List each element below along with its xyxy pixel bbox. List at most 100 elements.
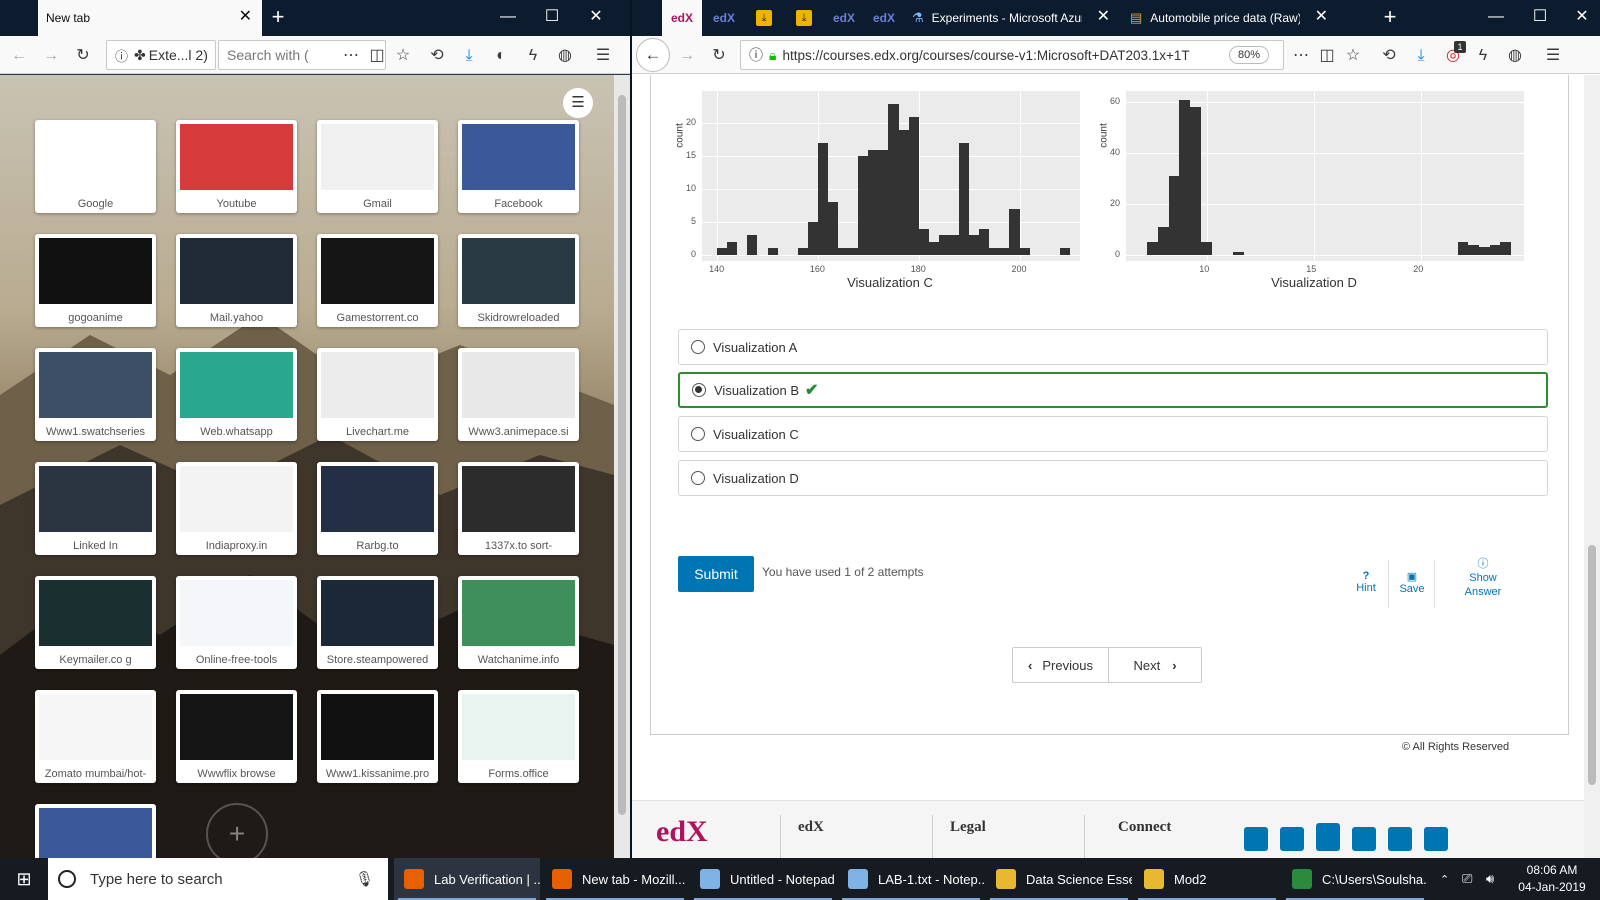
page-actions-icon[interactable]: ⋯ bbox=[340, 45, 362, 67]
top-site-tile[interactable]: gogoanime bbox=[35, 234, 156, 327]
top-site-tile[interactable]: Indiaproxy.in bbox=[176, 462, 297, 555]
bookmark-star-icon[interactable]: ☆ bbox=[1342, 45, 1364, 67]
choice-visualization-a[interactable]: Visualization A bbox=[678, 329, 1548, 365]
microphone-icon[interactable]: 🎙︎ bbox=[355, 870, 374, 888]
top-site-tile[interactable]: Mail.yahoo bbox=[176, 234, 297, 327]
top-site-tile[interactable]: Web.whatsapp bbox=[176, 348, 297, 441]
top-site-tile[interactable]: Www3.animepace.si bbox=[458, 348, 579, 441]
taskbar-app[interactable]: Data Science Esse... bbox=[986, 858, 1132, 900]
reload-icon[interactable]: ↻ bbox=[72, 45, 94, 67]
taskbar-app[interactable]: New tab - Mozill... bbox=[542, 858, 688, 900]
network-icon[interactable]: ⎚ bbox=[1462, 858, 1482, 900]
close-icon[interactable]: ✕ bbox=[1315, 9, 1328, 25]
top-site-tile[interactable]: 1337x.to sort- bbox=[458, 462, 579, 555]
top-site-tile[interactable]: Gmail bbox=[317, 120, 438, 213]
top-site-tile[interactable]: Rarbg.to bbox=[317, 462, 438, 555]
hint-button[interactable]: ? Hint bbox=[1344, 570, 1388, 594]
window-close-icon[interactable]: ✕ bbox=[1570, 8, 1594, 26]
top-site-tile[interactable]: Zomato mumbai/hot- bbox=[35, 690, 156, 783]
radio-button[interactable] bbox=[691, 471, 705, 485]
right-scrollbar[interactable] bbox=[1584, 75, 1600, 858]
minimize-icon[interactable]: — bbox=[1484, 8, 1508, 26]
customize-menu-icon[interactable]: ☰ bbox=[563, 88, 593, 118]
bookmark-star-icon[interactable]: ☆ bbox=[392, 45, 414, 67]
top-site-tile[interactable]: Skidrowreloaded bbox=[458, 234, 579, 327]
left-scrollbar[interactable] bbox=[614, 75, 630, 858]
save-button[interactable]: ▣ Save bbox=[1390, 570, 1434, 595]
youtube-icon[interactable] bbox=[1316, 823, 1340, 851]
forward-arrow-icon[interactable]: → bbox=[40, 45, 62, 67]
pocket-icon[interactable]: ◫ bbox=[1316, 45, 1338, 67]
zoom-level[interactable]: 80% bbox=[1229, 46, 1269, 64]
history-icon[interactable]: ⟲ bbox=[1378, 45, 1400, 67]
new-tab-plus-icon[interactable]: + bbox=[266, 6, 290, 28]
maximize-icon[interactable]: ☐ bbox=[1528, 8, 1552, 26]
back-arrow-icon[interactable]: ← bbox=[636, 38, 670, 72]
history-icon[interactable]: ⟲ bbox=[426, 45, 448, 67]
next-button[interactable]: Next › bbox=[1109, 648, 1201, 682]
download-icon[interactable]: ⤓ bbox=[1410, 45, 1432, 67]
clock[interactable]: 08:06 AM 04-Jan-2019 bbox=[1512, 862, 1592, 896]
browser-tab[interactable]: ⤓ bbox=[784, 0, 824, 36]
top-site-tile[interactable] bbox=[35, 804, 156, 858]
maximize-icon[interactable]: ☐ bbox=[540, 8, 564, 26]
top-site-tile[interactable]: Linked In bbox=[35, 462, 156, 555]
window-close-icon[interactable]: ✕ bbox=[584, 8, 608, 26]
top-site-tile[interactable]: Gamestorrent.co bbox=[317, 234, 438, 327]
menu-hamburger-icon[interactable]: ☰ bbox=[1542, 45, 1564, 67]
top-site-tile[interactable]: Store.steampowered bbox=[317, 576, 438, 669]
top-site-tile[interactable]: Livechart.me bbox=[317, 348, 438, 441]
forward-arrow-icon[interactable]: → bbox=[676, 45, 698, 67]
taskbar-app[interactable]: Lab Verification | ... bbox=[394, 858, 540, 900]
page-actions-icon[interactable]: ⋯ bbox=[1290, 45, 1312, 67]
radio-button[interactable] bbox=[692, 383, 706, 397]
browser-tab[interactable]: edX bbox=[864, 0, 904, 36]
address-bar[interactable]: ⓘ ✤ Exte...l 2) bbox=[106, 40, 216, 70]
browser-tab[interactable]: edX bbox=[824, 0, 864, 36]
taskbar-app[interactable]: C:\Users\Soulsha... bbox=[1282, 858, 1428, 900]
close-icon[interactable]: ✕ bbox=[239, 9, 252, 25]
menu-hamburger-icon[interactable]: ☰ bbox=[592, 45, 614, 67]
taskbar-app[interactable]: LAB-1.txt - Notep... bbox=[838, 858, 984, 900]
lightning-icon[interactable]: ϟ bbox=[522, 45, 544, 67]
taskbar-app[interactable]: Untitled - Notepad bbox=[690, 858, 836, 900]
linkedin-icon[interactable] bbox=[1352, 827, 1376, 851]
browser-tab[interactable]: ⚗ Experiments - Microsoft Azure M ✕ bbox=[904, 0, 1120, 36]
browser-tab[interactable]: ▤ Automobile price data (Raw) R ✕ bbox=[1122, 0, 1338, 36]
submit-button[interactable]: Submit bbox=[678, 556, 754, 592]
browser-tab[interactable]: ⤓ bbox=[744, 0, 784, 36]
top-site-tile[interactable]: Facebook bbox=[458, 120, 579, 213]
address-bar[interactable]: ⓘ 🔒︎ https://courses.edx.org/courses/cou… bbox=[740, 40, 1284, 70]
lightning-icon[interactable]: ϟ bbox=[1472, 45, 1494, 67]
reload-icon[interactable]: ↻ bbox=[708, 45, 730, 67]
close-icon[interactable]: ✕ bbox=[1097, 9, 1110, 25]
reddit-icon[interactable] bbox=[1424, 827, 1448, 851]
edx-logo[interactable]: edX bbox=[656, 815, 708, 849]
browser-tab[interactable]: edX bbox=[662, 0, 702, 36]
back-arrow-icon[interactable]: ← bbox=[8, 45, 30, 67]
top-site-tile[interactable]: Online-free-tools bbox=[176, 576, 297, 669]
scrollbar-thumb[interactable] bbox=[618, 95, 626, 815]
add-site-plus-icon[interactable]: + bbox=[206, 803, 268, 858]
top-site-tile[interactable]: Keymailer.co g bbox=[35, 576, 156, 669]
top-site-tile[interactable]: Google bbox=[35, 120, 156, 213]
show-answer-button[interactable]: ⓘ Show Answer bbox=[1450, 557, 1516, 599]
tray-chevron-icon[interactable]: ⌃ bbox=[1440, 858, 1454, 900]
new-tab-plus-icon[interactable]: + bbox=[1378, 6, 1402, 28]
previous-button[interactable]: ‹ Previous bbox=[1013, 648, 1109, 682]
shield-icon[interactable]: ◐ bbox=[490, 45, 512, 67]
pocket-icon[interactable]: ◫ bbox=[366, 45, 388, 67]
scrollbar-thumb[interactable] bbox=[1588, 545, 1596, 785]
google-plus-icon[interactable] bbox=[1388, 827, 1412, 851]
choice-visualization-d[interactable]: Visualization D bbox=[678, 460, 1548, 496]
choice-visualization-c[interactable]: Visualization C bbox=[678, 416, 1548, 452]
browser-tab[interactable]: edX bbox=[704, 0, 744, 36]
radio-button[interactable] bbox=[691, 340, 705, 354]
radio-button[interactable] bbox=[691, 427, 705, 441]
tab-new-tab[interactable]: New tab ✕ bbox=[38, 0, 262, 36]
minimize-icon[interactable]: — bbox=[496, 8, 520, 26]
top-site-tile[interactable]: Www1.kissanime.pro bbox=[317, 690, 438, 783]
globe-icon[interactable]: ◍ bbox=[1504, 45, 1526, 67]
choice-visualization-b[interactable]: Visualization B ✔ bbox=[678, 372, 1548, 408]
twitter-icon[interactable] bbox=[1280, 827, 1304, 851]
